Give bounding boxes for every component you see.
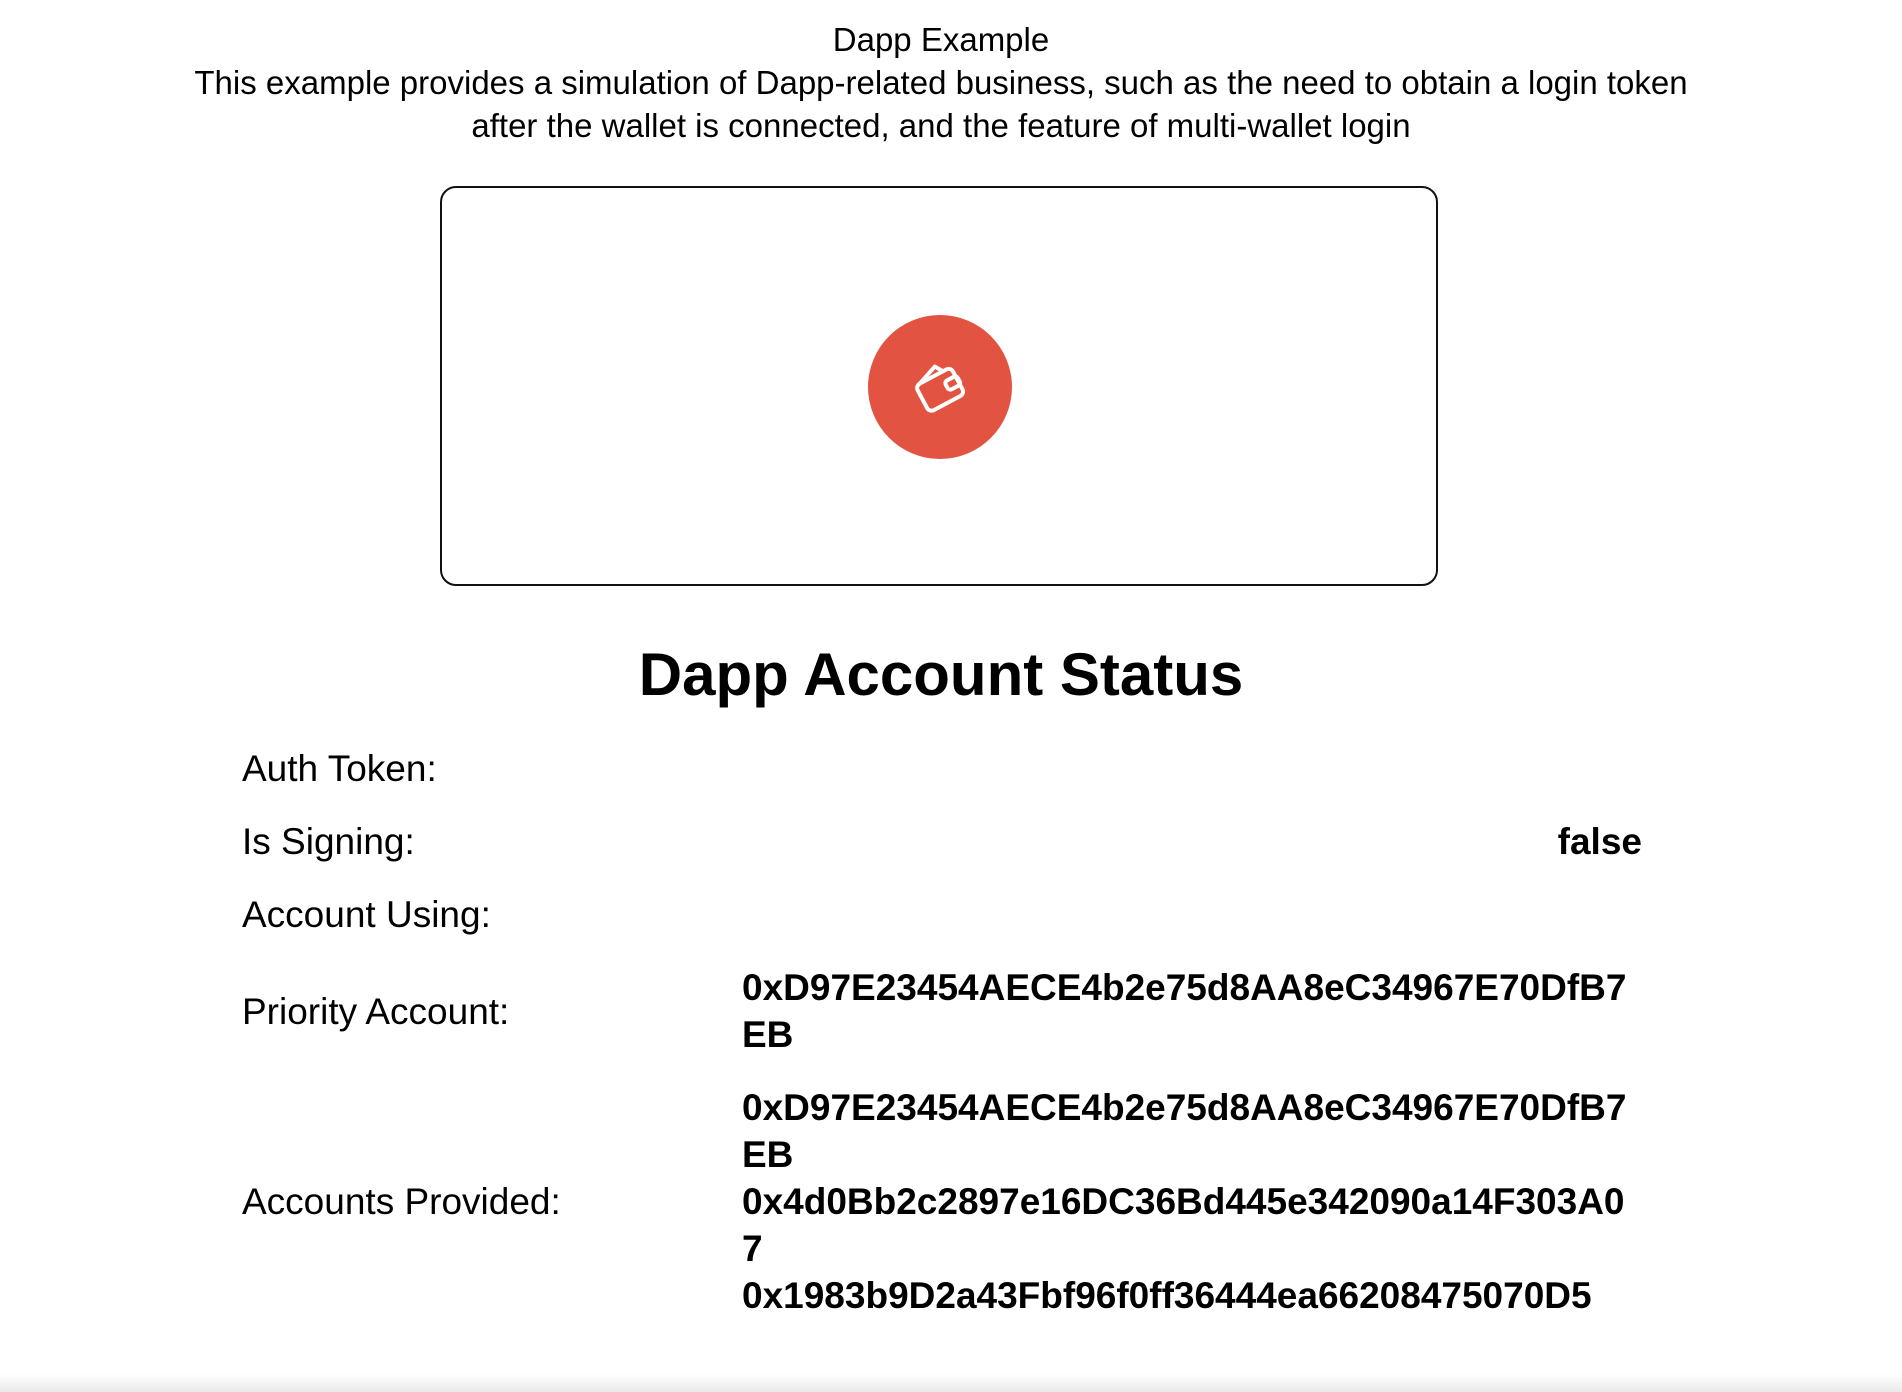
is-signing-label: Is Signing: [242,821,415,862]
auth-token-row: Auth Token: [242,745,1642,792]
accounts-provided-label: Accounts Provided: [242,1181,561,1222]
bottom-scroll-shadow [0,1374,1902,1392]
provided-account-address: 0x4d0Bb2c2897e16DC36Bd445e342090a14F303A… [742,1181,1625,1269]
accounts-provided-list: 0xD97E23454AECE4b2e75d8AA8eC34967E70DfB7… [742,1084,1642,1319]
priority-account-row: Priority Account: 0xD97E23454AECE4b2e75d… [242,964,1642,1058]
priority-account-value-cell: 0xD97E23454AECE4b2e75d8AA8eC34967E70DfB7… [742,964,1642,1058]
account-status-list: Auth Token: Is Signing: false Account Us… [242,745,1642,1345]
provided-account-address: 0xD97E23454AECE4b2e75d8AA8eC34967E70DfB7… [742,1087,1627,1175]
account-status-title: Dapp Account Status [638,641,1244,708]
provided-account-address: 0x1983b9D2a43Fbf96f0ff36444ea66208475070… [742,1275,1592,1316]
accounts-provided-row: Accounts Provided: 0xD97E23454AECE4b2e75… [242,1084,1642,1319]
wallet-icon [915,364,966,413]
account-using-label: Account Using: [242,894,491,935]
wallet-connect-card [440,186,1438,586]
page-header: Dapp Example This example provides a sim… [0,18,1882,147]
is-signing-value: false [1557,821,1642,862]
page-description: This example provides a simulation of Da… [194,64,1688,144]
priority-account-label: Priority Account: [242,990,510,1032]
account-using-row: Account Using: [242,891,1642,938]
page-title: Dapp Example [832,21,1050,58]
is-signing-row: Is Signing: false [242,818,1642,865]
page: Dapp Example This example provides a sim… [0,0,1902,1392]
auth-token-label: Auth Token: [242,748,437,789]
connect-wallet-button[interactable] [868,315,1012,459]
priority-account-address: 0xD97E23454AECE4b2e75d8AA8eC34967E70DfB7… [742,967,1627,1055]
